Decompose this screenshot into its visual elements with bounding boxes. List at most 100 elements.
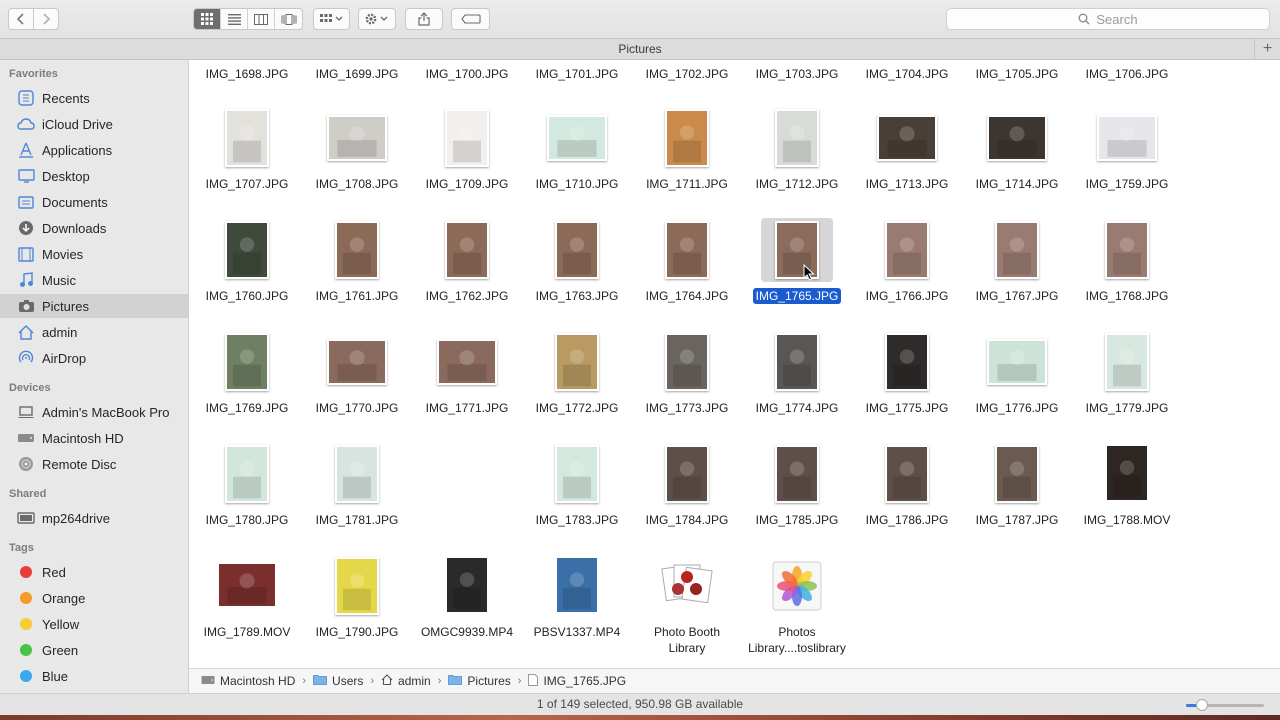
file-item[interactable]: IMG_1761.JPG: [302, 218, 412, 328]
sidebar-item-orange[interactable]: Orange: [0, 586, 188, 610]
file-thumbnail[interactable]: [761, 106, 833, 170]
sidebar-item-downloads[interactable]: Downloads: [0, 216, 188, 240]
file-item[interactable]: IMG_1760.JPG: [192, 218, 302, 328]
file-item[interactable]: IMG_1788.MOV: [1072, 442, 1182, 552]
file-thumbnail[interactable]: [651, 218, 723, 282]
file-thumbnail[interactable]: [1091, 106, 1163, 170]
sidebar-item-admin[interactable]: admin: [0, 320, 188, 344]
search-field[interactable]: Search: [946, 8, 1270, 30]
path-crumb[interactable]: Users: [313, 674, 363, 688]
path-crumb[interactable]: Macintosh HD: [201, 674, 295, 688]
path-crumb[interactable]: admin: [381, 674, 431, 688]
file-thumbnail[interactable]: [211, 330, 283, 394]
file-item[interactable]: IMG_1711.JPG: [632, 106, 742, 216]
file-thumbnail[interactable]: [541, 106, 613, 170]
file-item[interactable]: IMG_1790.JPG: [302, 554, 412, 664]
sidebar-item-documents[interactable]: Documents: [0, 190, 188, 214]
file-item[interactable]: Photos Library....toslibrary: [742, 554, 852, 664]
cover-flow-button[interactable]: [275, 9, 302, 29]
forward-button[interactable]: [33, 8, 59, 30]
file-thumbnail[interactable]: [431, 330, 503, 394]
edit-tags-button[interactable]: [451, 8, 490, 30]
sidebar-item-green[interactable]: Green: [0, 638, 188, 662]
file-item[interactable]: IMG_1713.JPG: [852, 106, 962, 216]
file-item[interactable]: IMG_1708.JPG: [302, 106, 412, 216]
file-thumbnail[interactable]: [981, 442, 1053, 506]
sidebar-item-applications[interactable]: Applications: [0, 138, 188, 162]
file-thumbnail[interactable]: [321, 330, 393, 394]
file-thumbnail[interactable]: [871, 330, 943, 394]
file-thumbnail[interactable]: [761, 442, 833, 506]
file-thumbnail[interactable]: [1091, 218, 1163, 282]
file-item[interactable]: IMG_1769.JPG: [192, 330, 302, 440]
sidebar-item-mp264drive[interactable]: mp264drive: [0, 506, 188, 530]
file-thumbnail[interactable]: [431, 554, 503, 618]
file-thumbnail[interactable]: [321, 554, 393, 618]
file-item[interactable]: IMG_1773.JPG: [632, 330, 742, 440]
file-thumbnail[interactable]: [211, 218, 283, 282]
file-item[interactable]: IMG_1783.JPG: [522, 442, 632, 552]
icon-size-slider[interactable]: [1186, 694, 1264, 715]
file-thumbnail[interactable]: [541, 330, 613, 394]
file-item[interactable]: IMG_1709.JPG: [412, 106, 522, 216]
file-thumbnail[interactable]: [211, 554, 283, 618]
file-thumbnail[interactable]: [211, 106, 283, 170]
sidebar-item-icloud-drive[interactable]: iCloud Drive: [0, 112, 188, 136]
list-view-button[interactable]: [221, 9, 248, 29]
file-thumbnail[interactable]: [651, 106, 723, 170]
icon-view-button[interactable]: [194, 9, 221, 29]
file-thumbnail[interactable]: [761, 554, 833, 618]
file-item[interactable]: IMG_1712.JPG: [742, 106, 852, 216]
sidebar-item-music[interactable]: Music: [0, 268, 188, 292]
file-thumbnail[interactable]: [761, 218, 833, 282]
column-view-button[interactable]: [248, 9, 275, 29]
file-thumbnail[interactable]: [211, 442, 283, 506]
file-thumbnail[interactable]: [431, 218, 503, 282]
file-item[interactable]: PBSV1337.MP4: [522, 554, 632, 664]
file-item[interactable]: IMG_1714.JPG: [962, 106, 1072, 216]
share-button[interactable]: [405, 8, 443, 30]
file-thumbnail[interactable]: [541, 442, 613, 506]
back-button[interactable]: [8, 8, 34, 30]
file-item[interactable]: Photo Booth Library: [632, 554, 742, 664]
sidebar-item-macintosh-hd[interactable]: Macintosh HD: [0, 426, 188, 450]
file-item[interactable]: IMG_1786.JPG: [852, 442, 962, 552]
file-item[interactable]: IMG_1765.JPG: [742, 218, 852, 328]
sidebar-item-red[interactable]: Red: [0, 560, 188, 584]
file-item[interactable]: IMG_1780.JPG: [192, 442, 302, 552]
file-item[interactable]: IMG_1784.JPG: [632, 442, 742, 552]
file-item[interactable]: IMG_1775.JPG: [852, 330, 962, 440]
file-thumbnail[interactable]: [761, 330, 833, 394]
file-thumbnail[interactable]: [321, 218, 393, 282]
file-thumbnail[interactable]: [321, 442, 393, 506]
file-item[interactable]: IMG_1764.JPG: [632, 218, 742, 328]
file-item[interactable]: IMG_1774.JPG: [742, 330, 852, 440]
file-item[interactable]: IMG_1766.JPG: [852, 218, 962, 328]
new-tab-button[interactable]: +: [1254, 39, 1280, 59]
file-item[interactable]: IMG_1768.JPG: [1072, 218, 1182, 328]
file-thumbnail[interactable]: [1091, 442, 1163, 506]
file-item[interactable]: IMG_1789.MOV: [192, 554, 302, 664]
file-item[interactable]: IMG_1767.JPG: [962, 218, 1072, 328]
file-thumbnail[interactable]: [541, 554, 613, 618]
path-crumb[interactable]: Pictures: [448, 674, 511, 688]
file-thumbnail[interactable]: [431, 106, 503, 170]
path-crumb[interactable]: IMG_1765.JPG: [528, 673, 626, 689]
file-thumbnail[interactable]: [871, 106, 943, 170]
file-thumbnail[interactable]: [981, 218, 1053, 282]
file-item[interactable]: IMG_1759.JPG: [1072, 106, 1182, 216]
file-thumbnail[interactable]: [651, 554, 723, 618]
file-thumbnail[interactable]: [871, 442, 943, 506]
group-by-button[interactable]: [313, 8, 350, 30]
sidebar-item-remote-disc[interactable]: Remote Disc: [0, 452, 188, 476]
action-menu-button[interactable]: [358, 8, 396, 30]
file-thumbnail[interactable]: [541, 218, 613, 282]
file-item[interactable]: IMG_1762.JPG: [412, 218, 522, 328]
file-thumbnail[interactable]: [321, 106, 393, 170]
file-thumbnail[interactable]: [981, 106, 1053, 170]
sidebar-item-admin-s-macbook-pro[interactable]: Admin's MacBook Pro: [0, 400, 188, 424]
file-item[interactable]: OMGC9939.MP4: [412, 554, 522, 664]
file-item[interactable]: IMG_1787.JPG: [962, 442, 1072, 552]
file-thumbnail[interactable]: [651, 330, 723, 394]
file-item[interactable]: IMG_1776.JPG: [962, 330, 1072, 440]
